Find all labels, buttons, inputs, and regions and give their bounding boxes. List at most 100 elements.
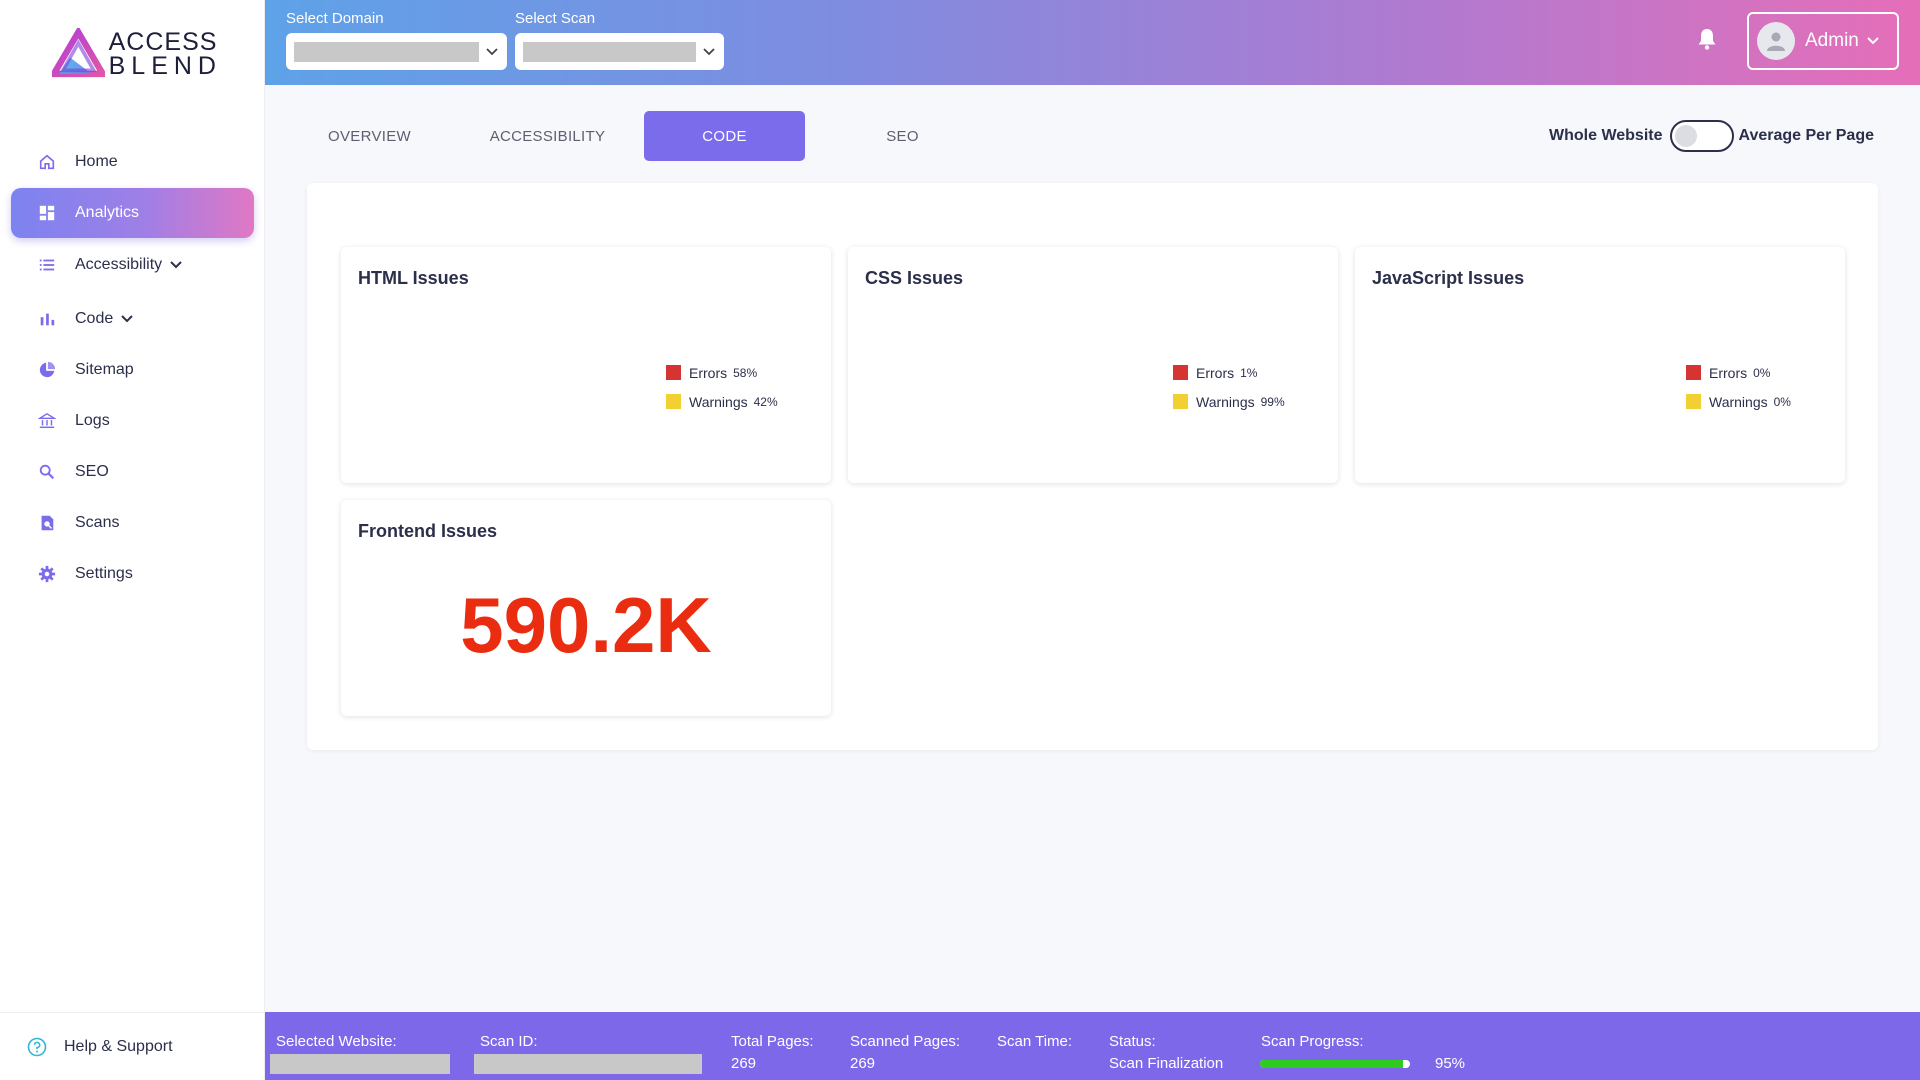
access-blend-logo[interactable]: ACCESS BLEND <box>52 28 222 80</box>
logo-text-line2: BLEND <box>108 52 222 80</box>
sidebar-item-label: Scans <box>75 514 120 531</box>
select-domain-value-placeholder <box>294 41 479 62</box>
sidebar-item-home[interactable]: Home <box>11 137 254 187</box>
user-menu-button[interactable]: Admin <box>1747 12 1899 70</box>
avatar <box>1757 22 1795 60</box>
logo-triangle-icon <box>52 28 105 78</box>
status-value: Scan Finalization <box>1109 1055 1224 1072</box>
sidebar: ACCESS BLEND Home Analytics Accessibilit… <box>0 0 265 1080</box>
status-label: Status: <box>1109 1033 1156 1050</box>
pie-chart-icon <box>37 360 57 380</box>
select-domain-label: Select Domain <box>286 10 384 27</box>
total-pages-label: Total Pages: <box>731 1033 814 1050</box>
select-scan-dropdown[interactable] <box>515 33 724 70</box>
tab-overview[interactable]: OVERVIEW <box>289 111 450 161</box>
sidebar-item-label: Logs <box>75 412 110 429</box>
errors-swatch <box>1686 365 1701 380</box>
frontend-issues-count: 590.2K <box>460 581 712 669</box>
tab-seo[interactable]: SEO <box>822 111 983 161</box>
card-title: Frontend Issues <box>358 521 498 541</box>
scan-progress-fill <box>1260 1060 1403 1068</box>
legend-label: Warnings <box>1709 393 1768 410</box>
chevron-down-icon <box>486 47 498 55</box>
errors-swatch <box>1173 365 1188 380</box>
legend-warnings[interactable]: Warnings 0% <box>1686 387 1791 416</box>
scan-time-label: Scan Time: <box>997 1033 1073 1050</box>
search-icon <box>37 462 57 482</box>
sidebar-item-analytics[interactable]: Analytics <box>11 188 254 238</box>
scan-id-value-placeholder <box>474 1054 702 1074</box>
sidebar-nav: Home Analytics Accessibility Code Sitema… <box>11 137 254 600</box>
total-pages-value: 269 <box>731 1055 757 1072</box>
sidebar-item-scans[interactable]: Scans <box>11 498 254 548</box>
frontend-issues-card: Frontend Issues 590.2K <box>341 500 831 716</box>
bell-icon[interactable] <box>1696 27 1718 51</box>
sidebar-item-code[interactable]: Code <box>11 294 254 344</box>
sidebar-item-label: SEO <box>75 463 109 480</box>
tab-accessibility[interactable]: ACCESSIBILITY <box>467 111 628 161</box>
chart-legend: Errors 0% Warnings 0% <box>1686 358 1791 416</box>
selected-website-label: Selected Website: <box>276 1033 397 1050</box>
code-issues-panel: HTML Issues Errors 58% Warnings 42% CSS … <box>307 183 1878 750</box>
scanned-pages-label: Scanned Pages: <box>850 1033 961 1050</box>
legend-errors[interactable]: Errors 58% <box>666 358 778 387</box>
user-icon <box>1767 32 1785 51</box>
scan-progress-bar <box>1260 1060 1410 1068</box>
top-bar: Select Domain Select Scan Admin <box>265 0 1920 85</box>
help-support-label: Help & Support <box>64 1037 173 1055</box>
gear-icon <box>37 564 57 584</box>
toggle-knob <box>1674 125 1697 147</box>
user-name: Admin <box>1805 30 1859 51</box>
warnings-swatch <box>1686 394 1701 409</box>
bank-icon <box>37 411 57 431</box>
legend-label: Warnings <box>689 393 748 410</box>
legend-percent: 1% <box>1240 365 1258 380</box>
list-icon <box>37 255 57 275</box>
legend-percent: 58% <box>733 365 758 380</box>
legend-label: Errors <box>1196 364 1235 381</box>
legend-warnings[interactable]: Warnings 99% <box>1173 387 1285 416</box>
select-scan-value-placeholder <box>523 41 696 62</box>
html-issues-card: HTML Issues Errors 58% Warnings 42% <box>341 247 831 483</box>
selected-website-value-placeholder <box>270 1054 450 1074</box>
home-icon <box>37 152 57 172</box>
bar-chart-icon <box>37 309 57 329</box>
card-title: JavaScript Issues <box>1372 268 1525 288</box>
sidebar-item-label: Home <box>75 153 118 170</box>
sidebar-item-seo[interactable]: SEO <box>11 447 254 497</box>
chevron-down-icon <box>1867 37 1879 45</box>
sidebar-item-settings[interactable]: Settings <box>11 549 254 599</box>
sidebar-item-label: Accessibility <box>75 256 163 273</box>
sidebar-item-sitemap[interactable]: Sitemap <box>11 345 254 395</box>
css-issues-card: CSS Issues Errors 1% Warnings 99% <box>848 247 1338 483</box>
select-domain-dropdown[interactable] <box>286 33 507 70</box>
warnings-swatch <box>1173 394 1188 409</box>
card-title: HTML Issues <box>358 268 469 288</box>
document-search-icon <box>37 513 57 533</box>
errors-swatch <box>666 365 681 380</box>
sidebar-item-label: Settings <box>75 565 133 582</box>
sidebar-item-label: Sitemap <box>75 361 134 378</box>
sidebar-item-accessibility[interactable]: Accessibility <box>11 240 254 290</box>
toggle-left-label: Whole Website <box>1549 127 1663 144</box>
help-support-link[interactable]: Help & Support <box>0 1012 265 1080</box>
legend-percent: 0% <box>1773 394 1791 409</box>
sidebar-item-logs[interactable]: Logs <box>11 396 254 446</box>
whole-website-average-toggle[interactable] <box>1669 120 1734 152</box>
scanned-pages-value: 269 <box>850 1055 876 1072</box>
scan-id-label: Scan ID: <box>480 1033 538 1050</box>
scan-progress-label: Scan Progress: <box>1261 1033 1364 1050</box>
view-toggle: Whole Website Average Per Page <box>1549 120 1874 152</box>
select-scan-label: Select Scan <box>515 10 596 27</box>
legend-warnings[interactable]: Warnings 42% <box>666 387 778 416</box>
legend-errors[interactable]: Errors 1% <box>1173 358 1285 387</box>
help-circle-icon <box>27 1037 47 1056</box>
chevron-down-icon <box>170 261 182 269</box>
legend-percent: 0% <box>1753 365 1771 380</box>
logo-text: ACCESS BLEND <box>108 30 222 80</box>
tab-code[interactable]: CODE <box>644 111 805 161</box>
javascript-issues-card: JavaScript Issues Errors 0% Warnings 0% <box>1355 247 1845 483</box>
chart-legend: Errors 58% Warnings 42% <box>666 358 778 416</box>
legend-errors[interactable]: Errors 0% <box>1686 358 1791 387</box>
scan-status-bar: Selected Website: Scan ID: Total Pages: … <box>265 1012 1920 1080</box>
